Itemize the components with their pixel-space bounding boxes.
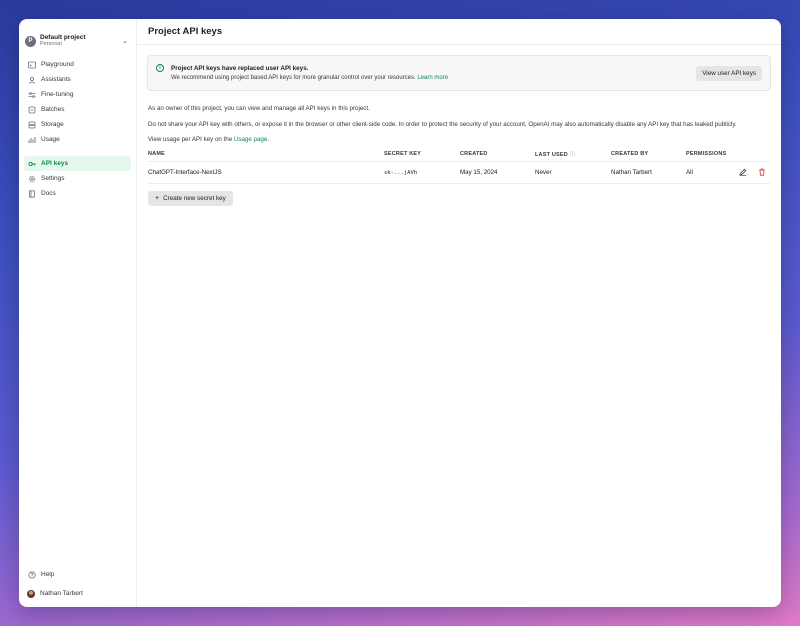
create-button-label: Create new secret key [163, 195, 226, 202]
sidebar-item-label: Usage [41, 136, 60, 143]
sidebar-item-label: Settings [41, 175, 65, 182]
last-used-label: LAST USED [535, 152, 568, 159]
sidebar-item-batches[interactable]: Batches [24, 102, 131, 117]
info-banner: i Project API keys have replaced user AP… [147, 55, 771, 91]
avatar [27, 589, 35, 598]
edit-icon[interactable] [739, 168, 747, 178]
description-usage: View usage per API key on the Usage page… [148, 132, 770, 148]
sidebar: P Default project Personal ⌄ Playground … [19, 19, 137, 607]
sidebar-item-assistants[interactable]: Assistants [24, 72, 131, 87]
sidebar-item-label: API keys [41, 160, 69, 167]
usage-page-link[interactable]: Usage page [234, 136, 267, 143]
column-header-last-used: LAST USED ⓘ [535, 147, 611, 162]
info-icon: i [156, 64, 164, 72]
docs-icon [27, 189, 36, 198]
playground-icon [27, 60, 36, 69]
key-name: ChatGPT-Interface-NextJS [148, 161, 384, 184]
project-subtitle: Personal [40, 41, 62, 47]
sidebar-item-label: Assistants [41, 76, 71, 83]
column-header-secret-key: SECRET KEY [384, 147, 460, 162]
trash-icon[interactable] [758, 168, 766, 178]
sidebar-item-api-keys[interactable]: API keys [24, 156, 131, 171]
description-owner: As an owner of this project, you can vie… [148, 105, 370, 112]
secret-key: sk-...jAVh [384, 161, 460, 184]
column-header-permissions: PERMISSIONS [686, 147, 736, 162]
info-icon[interactable]: ⓘ [570, 152, 576, 158]
description: As an owner of this project, you can vie… [137, 101, 781, 148]
sidebar-footer: Help Nathan Tarbert [24, 567, 131, 601]
fine-tuning-icon [27, 90, 36, 99]
assistants-icon [27, 75, 36, 84]
main-content: Project API keys i Project API keys have… [137, 19, 781, 607]
gear-icon [27, 174, 36, 183]
view-user-api-keys-button[interactable]: View user API keys [696, 65, 762, 81]
batches-icon [27, 105, 36, 114]
sidebar-item-label: Help [41, 571, 55, 578]
row-actions [736, 161, 770, 184]
help-icon [27, 570, 36, 579]
sidebar-item-label: Batches [41, 106, 65, 113]
page-title: Project API keys [148, 26, 223, 37]
plus-icon: + [155, 195, 160, 202]
sidebar-item-settings[interactable]: Settings [24, 171, 131, 186]
user-menu[interactable]: Nathan Tarbert [24, 586, 131, 601]
banner-title: Project API keys have replaced user API … [171, 65, 309, 72]
column-header-created-by: CREATED BY [611, 147, 686, 162]
sidebar-item-playground[interactable]: Playground [24, 57, 131, 72]
sidebar-item-label: Playground [41, 61, 74, 68]
sidebar-nav: Playground Assistants Fine-tuning Batche… [19, 57, 136, 201]
sidebar-item-label: Docs [41, 190, 56, 197]
column-header-name: NAME [148, 147, 384, 162]
sidebar-item-label: Fine-tuning [41, 91, 74, 98]
chevron-down-icon: ⌄ [122, 38, 128, 45]
last-used: Never [535, 161, 611, 184]
learn-more-link[interactable]: Learn more [417, 75, 448, 81]
create-secret-key-button[interactable]: + Create new secret key [148, 191, 233, 206]
banner-body: We recommend using project based API key… [171, 75, 696, 81]
banner-body-text: We recommend using project based API key… [171, 75, 416, 81]
usage-text: View usage per API key on the [148, 136, 233, 143]
sidebar-item-help[interactable]: Help [24, 567, 131, 582]
key-icon [27, 159, 36, 168]
usage-icon [27, 135, 36, 144]
description-security: Do not share your API key with others, o… [148, 120, 737, 128]
usage-text-end: . [267, 136, 270, 143]
created-date: May 15, 2024 [460, 161, 535, 184]
page-header: Project API keys [137, 19, 781, 45]
column-header-created: CREATED [460, 147, 535, 162]
app-window: P Default project Personal ⌄ Playground … [19, 19, 781, 607]
user-name: Nathan Tarbert [40, 590, 83, 597]
permissions: All [686, 161, 736, 184]
created-by: Nathan Tarbert [611, 161, 686, 184]
project-switcher[interactable]: P Default project Personal ⌄ [19, 25, 136, 51]
column-header-actions [736, 147, 770, 162]
sidebar-item-label: Storage [41, 121, 64, 128]
sidebar-item-docs[interactable]: Docs [24, 186, 131, 201]
storage-icon [27, 120, 36, 129]
sidebar-item-usage[interactable]: Usage [24, 132, 131, 147]
sidebar-item-storage[interactable]: Storage [24, 117, 131, 132]
sidebar-item-fine-tuning[interactable]: Fine-tuning [24, 87, 131, 102]
table-row: ChatGPT-Interface-NextJS sk-...jAVh May … [148, 161, 770, 184]
api-keys-table: NAME SECRET KEY CREATED LAST USED ⓘ CREA… [148, 147, 770, 184]
project-avatar: P [25, 35, 36, 47]
